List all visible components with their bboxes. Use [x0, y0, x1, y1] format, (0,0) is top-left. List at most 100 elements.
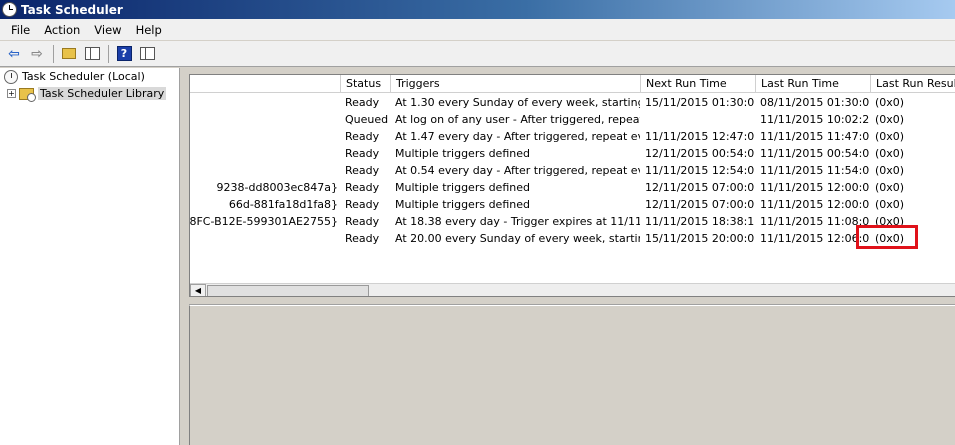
- table-row[interactable]: 0-48FC-B12E-599301AE2755} Ready At 18.38 e…: [190, 213, 955, 230]
- cell-name: [190, 111, 340, 128]
- window-title: Task Scheduler: [21, 2, 123, 17]
- help-icon: ?: [116, 46, 132, 61]
- table-row[interactable]: Queued At log on of any user - After trig…: [190, 111, 955, 128]
- tree-item-task-scheduler-library[interactable]: + Task Scheduler Library: [0, 85, 179, 102]
- task-list: Status Triggers Next Run Time Last Run T…: [189, 74, 955, 297]
- cell-last-run-result: (0x0): [875, 96, 905, 109]
- cell-next-run-time: 12/11/2015 07:00:00: [645, 181, 755, 194]
- cell-next-run-time: 12/11/2015 07:00:00: [645, 198, 755, 211]
- cell-next-run-time: [640, 111, 755, 128]
- toolbar-separator: [53, 44, 54, 63]
- cell-status: Ready: [345, 96, 380, 109]
- cell-triggers: At 1.47 every day - After triggered, rep…: [395, 130, 640, 143]
- table-row[interactable]: 66d-881fa18d1fa8} Ready Multiple triggers …: [190, 196, 955, 213]
- menu-action[interactable]: Action: [37, 21, 87, 39]
- cell-last-run-result: (0x0): [875, 198, 905, 211]
- cell-next-run-time: 11/11/2015 12:47:00: [645, 130, 755, 143]
- show-hide-action-pane-icon: [139, 47, 155, 60]
- horizontal-splitter[interactable]: [189, 297, 955, 305]
- scroll-left-icon[interactable]: ◀: [190, 284, 206, 296]
- cell-status: Ready: [345, 181, 380, 194]
- clock-icon: [4, 69, 18, 84]
- cell-next-run-time: 15/11/2015 20:00:00: [645, 232, 755, 245]
- cell-next-run-time: 11/11/2015 18:38:11: [645, 215, 755, 228]
- cell-last-run-time: 11/11/2015 12:00:00: [760, 198, 870, 211]
- task-name: 0-48FC-B12E-599301AE2755}: [190, 215, 338, 228]
- tree-item-label: Task Scheduler (Local): [22, 70, 145, 83]
- cell-status: Ready: [345, 232, 380, 245]
- back-arrow-icon[interactable]: ⇦: [3, 44, 25, 64]
- table-row[interactable]: Ready Multiple triggers defined 12/11/2015…: [190, 145, 955, 162]
- show-hide-action-pane-button[interactable]: [136, 44, 158, 64]
- column-header-status[interactable]: Status: [340, 75, 390, 93]
- menu-help[interactable]: Help: [129, 21, 169, 39]
- cell-name: [190, 162, 340, 179]
- cell-status: Ready: [345, 164, 380, 177]
- tree-item-task-scheduler-local[interactable]: Task Scheduler (Local): [0, 68, 179, 85]
- column-headers: Status Triggers Next Run Time Last Run T…: [190, 75, 955, 93]
- column-header-name[interactable]: [190, 75, 340, 93]
- menu-file[interactable]: File: [4, 21, 37, 39]
- cell-status: Ready: [345, 198, 380, 211]
- cell-last-run-time: 11/11/2015 10:02:29: [760, 113, 870, 126]
- cell-next-run-time: 11/11/2015 12:54:00: [645, 164, 755, 177]
- cell-triggers: At 0.54 every day - After triggered, rep…: [395, 164, 640, 177]
- table-row[interactable]: Ready At 20.00 every Sunday of every week…: [190, 230, 955, 247]
- menu-view[interactable]: View: [87, 21, 128, 39]
- cell-last-run-time: 11/11/2015 11:08:02: [760, 215, 870, 228]
- toolbar-separator: [108, 44, 109, 63]
- cell-name: [190, 145, 340, 162]
- tree-item-label: Task Scheduler Library: [38, 87, 167, 100]
- cell-status: Ready: [345, 147, 380, 160]
- cell-name: 9238-dd8003ec847a}: [190, 179, 340, 196]
- cell-triggers: At log on of any user - After triggered,…: [395, 113, 640, 126]
- clock-icon: [2, 2, 17, 17]
- vertical-splitter[interactable]: [181, 68, 189, 445]
- column-header-triggers[interactable]: Triggers: [390, 75, 640, 93]
- cell-triggers: Multiple triggers defined: [395, 198, 530, 211]
- cell-name: [190, 94, 340, 111]
- column-header-last-run-result[interactable]: Last Run Result: [870, 75, 955, 93]
- cell-triggers: At 18.38 every day - Trigger expires at …: [395, 215, 640, 228]
- forward-arrow-icon[interactable]: ⇨: [26, 44, 48, 64]
- cell-last-run-result: (0x0): [875, 147, 905, 160]
- folder-clock-icon: [19, 87, 36, 102]
- task-detail-pane: [189, 305, 955, 445]
- task-name: 9238-dd8003ec847a}: [216, 181, 338, 194]
- cell-last-run-time: 11/11/2015 00:54:00: [760, 147, 870, 160]
- cell-last-run-time: 11/11/2015 12:00:00: [760, 181, 870, 194]
- expand-icon[interactable]: +: [7, 89, 16, 98]
- column-header-next-run-time[interactable]: Next Run Time: [640, 75, 755, 93]
- cell-next-run-time: 15/11/2015 01:30:00: [645, 96, 755, 109]
- cell-triggers: Multiple triggers defined: [395, 147, 530, 160]
- table-row[interactable]: Ready At 0.54 every day - After triggered…: [190, 162, 955, 179]
- column-header-last-run-time[interactable]: Last Run Time: [755, 75, 870, 93]
- cell-name: 66d-881fa18d1fa8}: [190, 196, 340, 213]
- up-folder-icon: [62, 48, 76, 59]
- cell-last-run-result: (0x0): [875, 181, 905, 194]
- show-hide-console-tree-button[interactable]: [81, 44, 103, 64]
- table-row[interactable]: Ready At 1.30 every Sunday of every week,…: [190, 94, 955, 111]
- toolbar: ⇦ ⇨ ?: [0, 41, 955, 67]
- table-row[interactable]: Ready At 1.47 every day - After triggered…: [190, 128, 955, 145]
- cell-last-run-result: (0x0): [875, 164, 905, 177]
- cell-triggers: At 20.00 every Sunday of every week, sta…: [395, 232, 640, 245]
- table-row[interactable]: 9238-dd8003ec847a} Ready Multiple triggers…: [190, 179, 955, 196]
- up-folder-button[interactable]: [58, 44, 80, 64]
- menu-bar: File Action View Help: [0, 19, 955, 41]
- console-tree: Task Scheduler (Local) + Task Scheduler …: [0, 68, 180, 445]
- scroll-thumb[interactable]: [207, 285, 369, 296]
- cell-last-run-result: (0x0): [875, 113, 905, 126]
- help-button[interactable]: ?: [113, 44, 135, 64]
- cell-last-run-time: 11/11/2015 11:54:00: [760, 164, 870, 177]
- cell-last-run-result: (0x0): [875, 130, 905, 143]
- cell-last-run-time: 11/11/2015 12:06:0: [760, 232, 870, 245]
- cell-name: [190, 230, 340, 247]
- cell-triggers: At 1.30 every Sunday of every week, star…: [395, 96, 640, 109]
- annotation-highlight-box: [856, 225, 918, 249]
- title-bar: Task Scheduler: [0, 0, 955, 19]
- cell-status: Ready: [345, 130, 380, 143]
- cell-status: Queued: [345, 113, 389, 126]
- show-hide-console-tree-icon: [84, 47, 100, 60]
- horizontal-scrollbar[interactable]: ◀: [190, 283, 955, 296]
